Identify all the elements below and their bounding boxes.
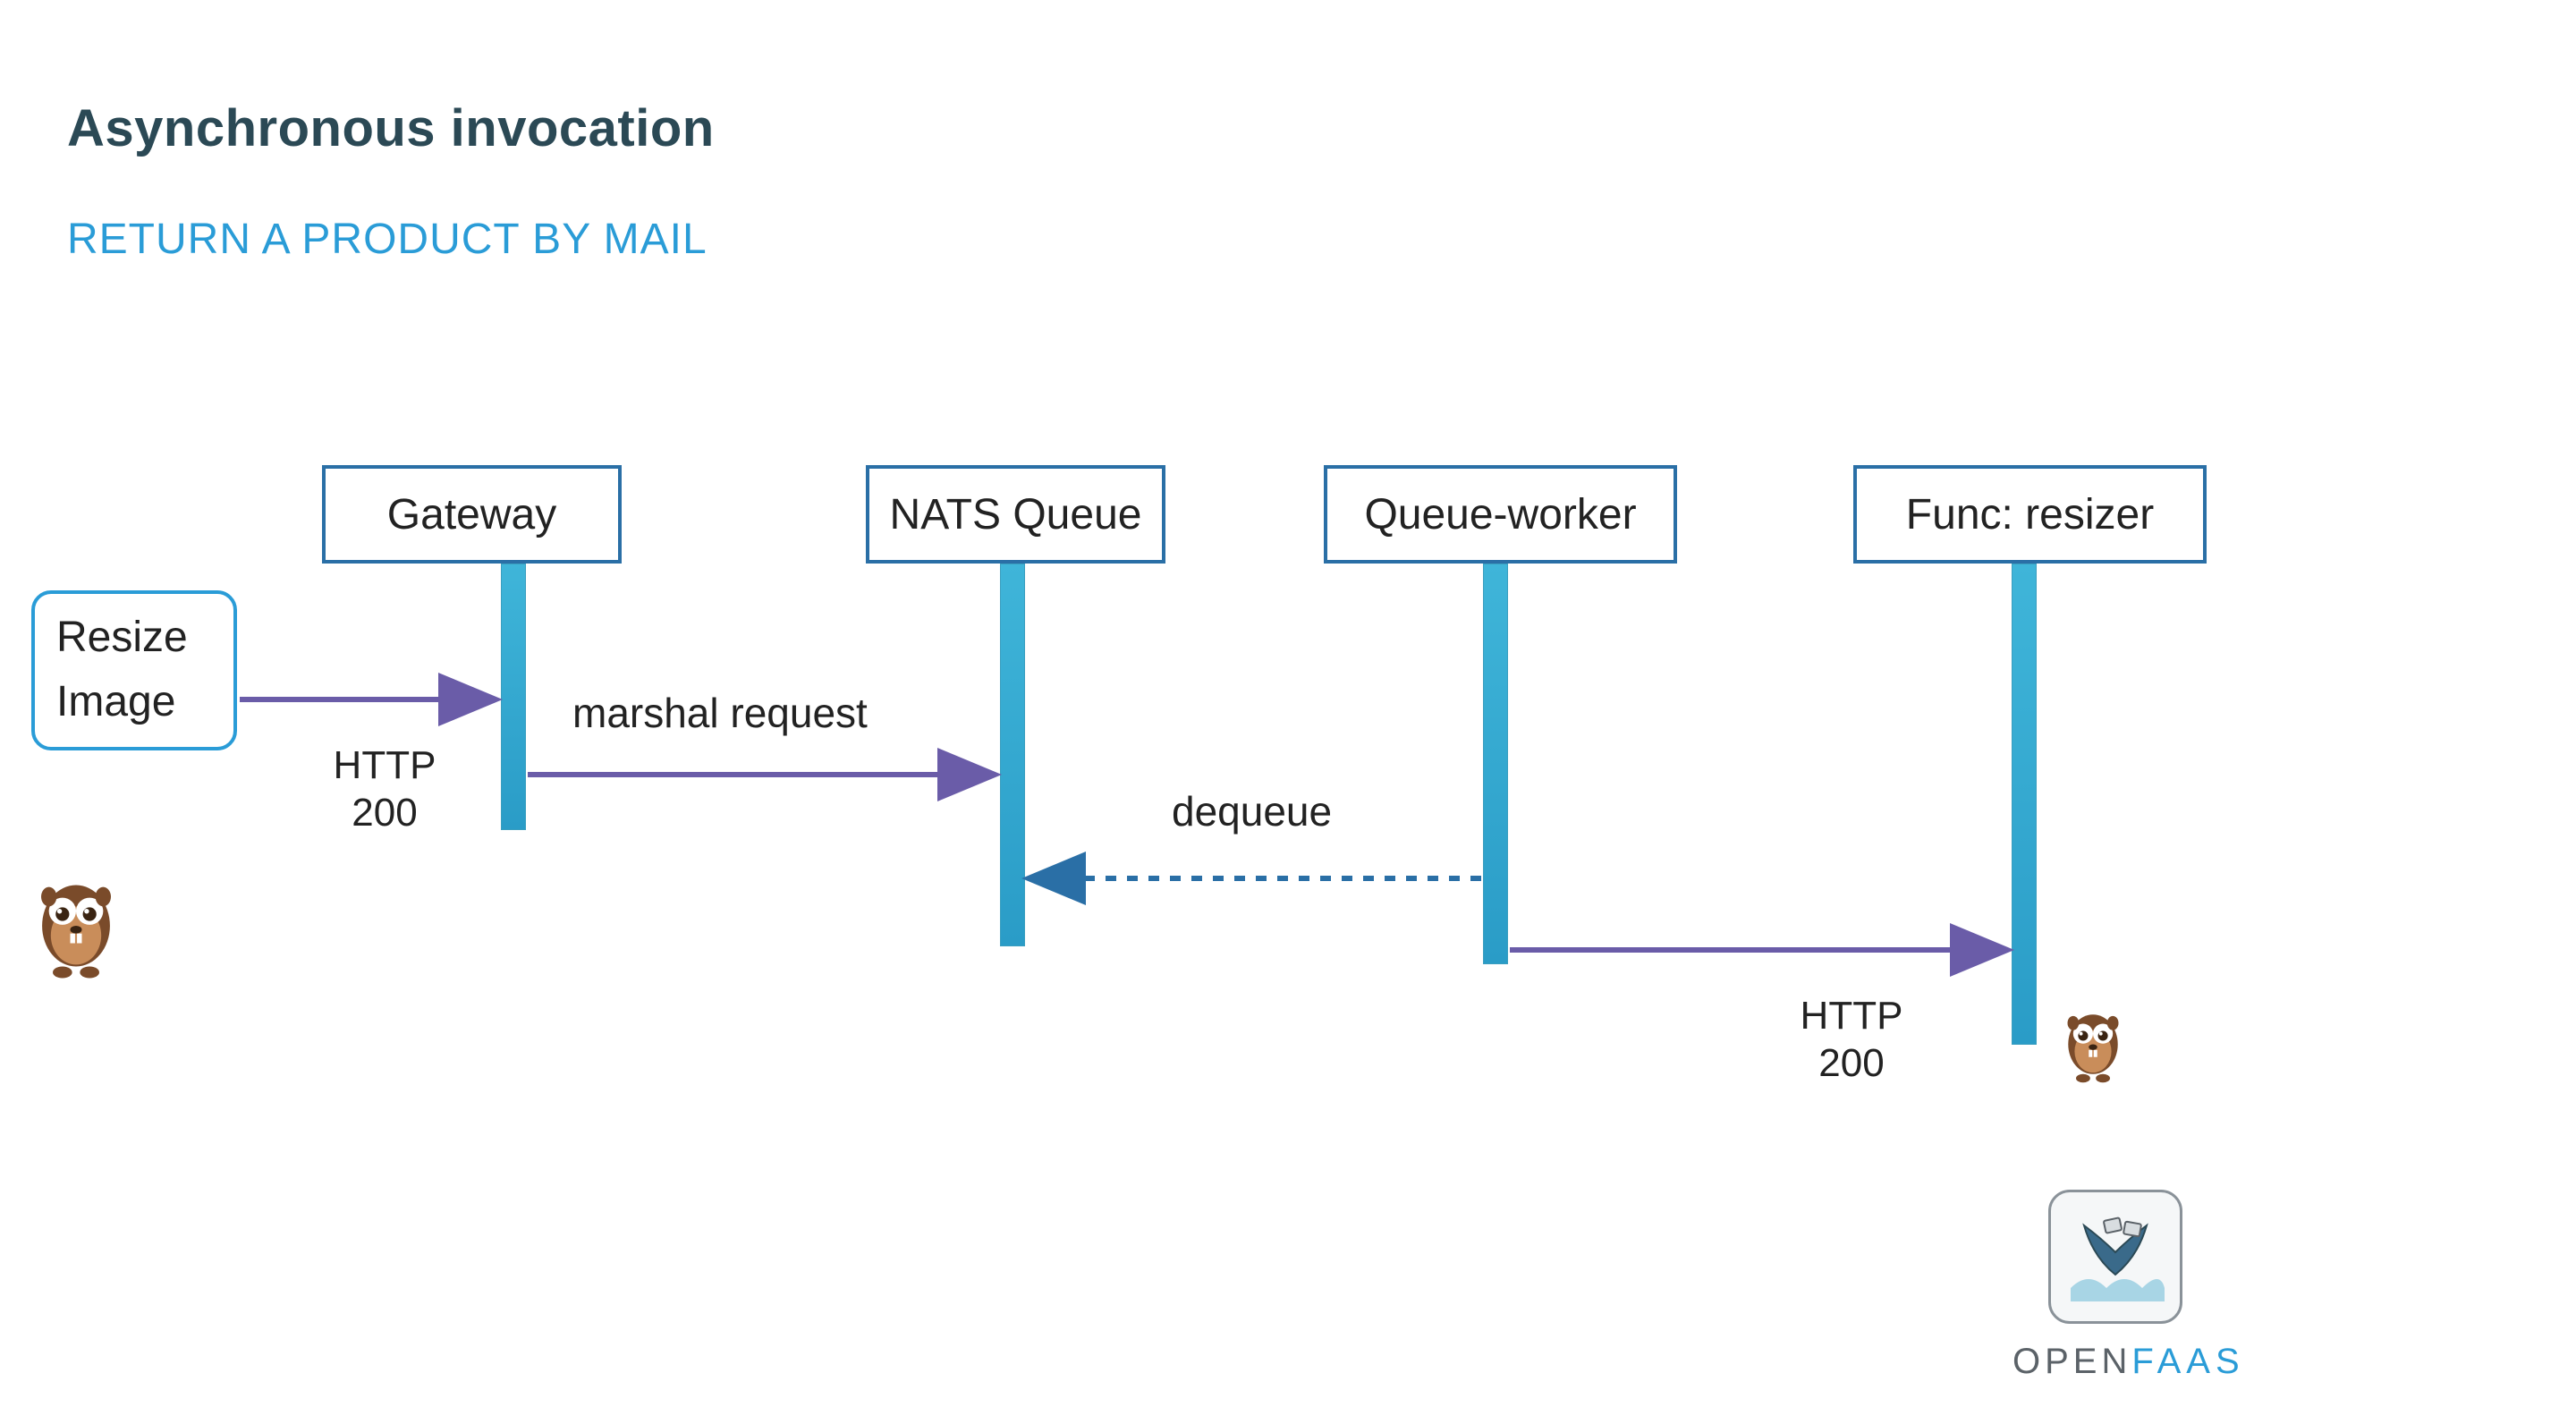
lifeline-nats-bar [1000, 564, 1025, 946]
lifeline-worker-bar [1483, 564, 1508, 964]
actor-resize-image: Resize Image [31, 590, 237, 750]
actor-label-line2: Image [56, 674, 212, 730]
lifeline-nats-label: NATS Queue [890, 490, 1142, 539]
lifeline-gateway-label: Gateway [387, 490, 556, 539]
arrow-layer [0, 0, 2576, 1424]
openfaas-logo-icon [2048, 1190, 2182, 1324]
lifeline-func-bar [2012, 564, 2037, 1045]
lifeline-func-head: Func: resizer [1853, 465, 2207, 564]
openfaas-logo-text: OPENFAAS [2012, 1342, 2245, 1382]
sequence-diagram: Resize Image Gateway NATS Queue Queue-wo… [0, 0, 2576, 1424]
whale-tail-icon [2062, 1203, 2169, 1310]
label-http200-gateway: HTTP 200 [313, 742, 456, 837]
label-dequeue: dequeue [1172, 787, 1332, 835]
label-http200-func: HTTP 200 [1780, 993, 1923, 1088]
actor-label-line1: Resize [56, 610, 212, 665]
label-marshal-request: marshal request [572, 689, 868, 737]
lifeline-nats-head: NATS Queue [866, 465, 1165, 564]
logo-faas: FAAS [2131, 1342, 2244, 1381]
lifeline-gateway-bar [501, 564, 526, 830]
gopher-icon-small [2057, 1002, 2129, 1087]
lifeline-func-label: Func: resizer [1906, 490, 2154, 539]
lifeline-worker-label: Queue-worker [1364, 490, 1636, 539]
logo-open: OPEN [2012, 1342, 2131, 1381]
gopher-icon [27, 868, 125, 984]
lifeline-gateway-head: Gateway [322, 465, 622, 564]
lifeline-worker-head: Queue-worker [1324, 465, 1677, 564]
